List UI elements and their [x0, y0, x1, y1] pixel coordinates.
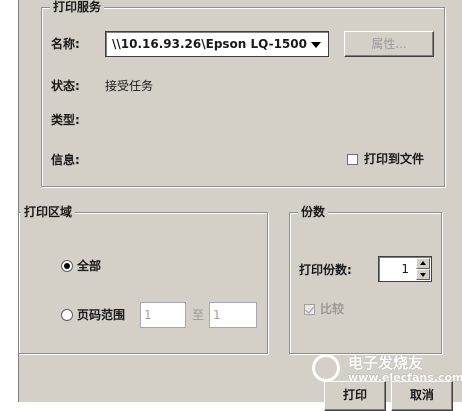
status-value: 接受任务	[105, 79, 154, 93]
range-all-radio[interactable]	[61, 260, 73, 272]
copies-stepper[interactable]: 1	[378, 256, 432, 282]
collate-label[interactable]: 比较	[320, 301, 344, 317]
print-service-group: 打印服务 名称: \\10.16.93.26\Epson LQ-1500 属性.…	[41, 0, 445, 187]
copies-count-value: 1	[401, 262, 409, 276]
print-range-legend: 打印区域	[21, 205, 76, 220]
print-button[interactable]: 打印	[324, 381, 386, 411]
collate-checkbox[interactable]	[304, 304, 315, 315]
stepper-down-icon[interactable]	[416, 269, 430, 280]
copies-group: 份数 打印份数: 1 比较	[289, 205, 442, 354]
stepper-up-icon[interactable]	[416, 258, 430, 269]
printer-select-value: \\10.16.93.26\Epson LQ-1500	[112, 37, 307, 51]
radio-selected-dot	[64, 263, 70, 269]
page-from-field[interactable]: 1	[140, 302, 186, 328]
range-all-label[interactable]: 全部	[77, 258, 101, 274]
status-label: 状态:	[51, 79, 80, 93]
print-dialog: 打印服务 名称: \\10.16.93.26\Epson LQ-1500 属性.…	[18, 0, 462, 411]
page-to-field[interactable]: 1	[209, 302, 257, 328]
print-to-file-label[interactable]: 打印到文件	[364, 151, 424, 167]
cancel-button[interactable]: 取消	[391, 381, 453, 411]
type-label: 类型:	[51, 113, 80, 127]
check-icon	[305, 304, 314, 314]
properties-button[interactable]: 属性...	[344, 31, 434, 57]
printer-name-label: 名称:	[51, 37, 80, 51]
chevron-down-icon[interactable]	[311, 42, 321, 48]
print-service-legend: 打印服务	[50, 0, 105, 15]
page-to-label: 至	[192, 308, 205, 322]
copies-count-label: 打印份数:	[299, 263, 352, 277]
print-range-group: 打印区域 全部 页码范围 1 至 1	[19, 205, 268, 354]
print-to-file-checkbox[interactable]	[347, 154, 358, 165]
copies-legend: 份数	[298, 205, 329, 220]
printer-select[interactable]: \\10.16.93.26\Epson LQ-1500	[105, 31, 329, 57]
range-pages-radio[interactable]	[61, 309, 73, 321]
range-pages-label[interactable]: 页码范围	[77, 307, 125, 323]
info-label: 信息:	[51, 153, 80, 167]
